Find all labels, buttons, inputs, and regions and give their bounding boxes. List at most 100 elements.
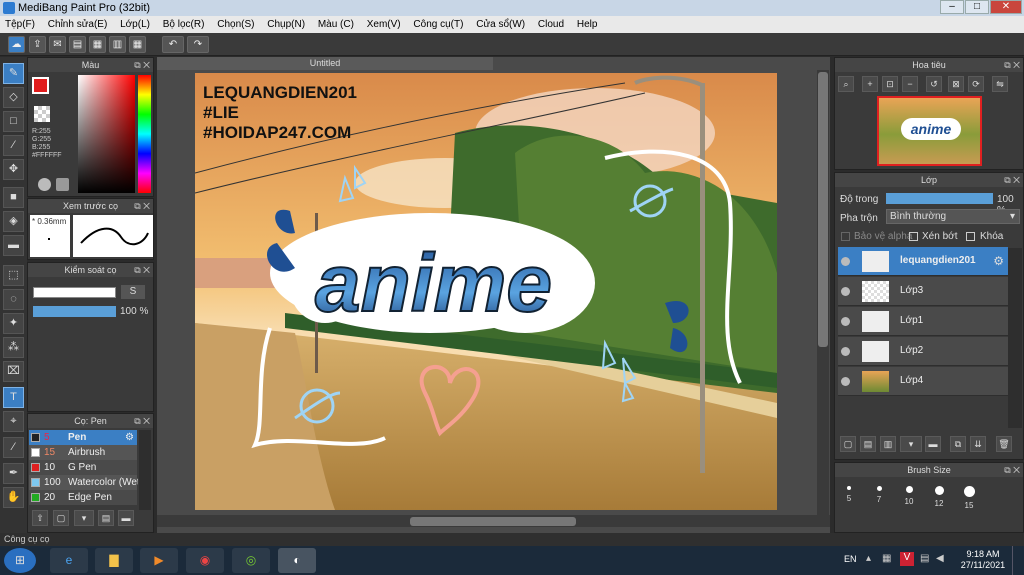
document-icon[interactable]: ▤ (69, 36, 86, 53)
palette-icon[interactable] (38, 178, 51, 191)
brush-item[interactable]: 5 Pen ⚙ (29, 430, 137, 445)
primary-color-swatch[interactable] (32, 77, 49, 94)
menu-layer[interactable]: Lớp(L) (115, 16, 155, 33)
layer-folder-icon[interactable]: ▬ (925, 436, 941, 452)
duplicate-layer-icon[interactable]: ⧉ (950, 436, 966, 452)
undo-icon[interactable]: ↶ (162, 36, 184, 53)
rotate-left-icon[interactable]: ↺ (926, 76, 942, 92)
menu-tools[interactable]: Công cụ(T) (408, 16, 468, 33)
brush-tool-icon[interactable]: ✎ (3, 63, 24, 84)
hue-slider[interactable] (138, 75, 151, 193)
menu-snap[interactable]: Chụp(N) (262, 16, 310, 33)
panel-close-icon[interactable]: ⧉ ✕ (1004, 58, 1020, 72)
brush-size-preset[interactable]: 12 (926, 480, 952, 508)
layer-row[interactable]: Lớp4 (838, 367, 1008, 396)
menu-view[interactable]: Xem(V) (362, 16, 406, 33)
layer-type-menu-icon[interactable]: ▾ (900, 436, 922, 452)
visibility-icon[interactable] (841, 377, 850, 386)
move-tool-icon[interactable]: ✥ (3, 159, 24, 180)
brush-size-slider[interactable] (33, 287, 116, 298)
volume-icon[interactable]: ◀ (936, 553, 944, 564)
brush-item[interactable]: 10 G Pen (29, 460, 137, 475)
menu-edit[interactable]: Chỉnh sửa(E) (43, 16, 113, 33)
brush-opacity-slider[interactable] (33, 306, 116, 317)
folder-icon[interactable]: ▬ (118, 510, 134, 526)
app-icon-green[interactable]: ◎ (232, 548, 270, 573)
show-desktop-button[interactable] (1012, 546, 1024, 575)
rotate-reset-icon[interactable]: ⟳ (968, 76, 984, 92)
blend-mode-select[interactable]: Bình thường ▾ (886, 209, 1020, 224)
layer-row[interactable]: Lớp2 (838, 337, 1008, 366)
brush-size-preset[interactable]: 10 (896, 480, 922, 506)
grid-icon[interactable]: ▦ (129, 36, 146, 53)
lasso-icon[interactable]: ◌ (3, 289, 24, 310)
page-icon[interactable]: ▦ (89, 36, 106, 53)
new-brush-icon[interactable]: ▢ (53, 510, 69, 526)
menu-select[interactable]: Chọn(S) (212, 16, 259, 33)
brush-list-scrollbar[interactable] (139, 430, 151, 510)
delete-layer-icon[interactable]: 🗑 (996, 436, 1012, 452)
network-icon[interactable]: ▤ (920, 553, 929, 564)
select-eraser-icon[interactable]: ⌧ (3, 361, 24, 382)
pages-icon[interactable]: ▥ (109, 36, 126, 53)
minimize-button[interactable]: – (940, 0, 964, 14)
menu-cloud[interactable]: Cloud (533, 16, 569, 33)
layer-opacity-slider[interactable] (886, 193, 993, 204)
new-layer-icon[interactable]: ▢ (840, 436, 856, 452)
layer-row[interactable]: Lớp3 (838, 277, 1008, 306)
visibility-icon[interactable] (841, 287, 850, 296)
brush-size-preset[interactable]: 5 (836, 480, 862, 503)
medibang-taskbar-icon[interactable]: ◐ (278, 548, 316, 573)
visibility-icon[interactable] (841, 347, 850, 356)
visibility-icon[interactable] (841, 257, 850, 266)
bucket-tool-icon[interactable]: ◈ (3, 211, 24, 232)
alpha-lock-checkbox[interactable] (841, 232, 850, 241)
rectangle-tool-icon[interactable]: □ (3, 111, 24, 132)
chrome-icon[interactable]: ◉ (186, 548, 224, 573)
select-pen-icon[interactable]: ⁂ (3, 337, 24, 358)
layer-row[interactable]: Lớp1 (838, 307, 1008, 336)
menu-color[interactable]: Màu (C) (313, 16, 359, 33)
eraser-tool-icon[interactable]: ◇ (3, 87, 24, 108)
brush-item[interactable]: 100 Watercolor (Wet (29, 475, 138, 490)
layer-list-scrollbar[interactable] (1008, 248, 1022, 428)
redo-icon[interactable]: ↷ (187, 36, 209, 53)
panel-close-icon[interactable]: ⧉ ✕ (1004, 173, 1020, 187)
gradient-tool-icon[interactable]: ▬ (3, 235, 24, 256)
navigator-preview[interactable]: anime (877, 96, 982, 166)
share-icon[interactable]: ⇪ (29, 36, 46, 53)
media-player-icon[interactable]: ▶ (140, 548, 178, 573)
language-indicator[interactable]: EN (844, 554, 857, 564)
magic-wand-icon[interactable]: ✦ (3, 313, 24, 334)
comment-icon[interactable]: ✉ (49, 36, 66, 53)
text-tool-icon[interactable]: T (3, 387, 24, 408)
panel-close-icon[interactable]: ⧉ ✕ (134, 58, 150, 72)
menu-window[interactable]: Cửa sổ(W) (471, 16, 530, 33)
maximize-button[interactable]: □ (965, 0, 989, 14)
fit-window-icon[interactable]: ⊠ (948, 76, 964, 92)
fill-rect-tool-icon[interactable]: ■ (3, 187, 24, 208)
clock[interactable]: 9:18 AM 27/11/2021 (958, 549, 1008, 571)
new-halftone-layer-icon[interactable]: ▤ (860, 436, 876, 452)
visibility-icon[interactable] (841, 317, 850, 326)
gear-icon[interactable]: ⚙ (125, 430, 134, 445)
tray-icon-v[interactable]: V (900, 552, 914, 566)
brush-menu-icon[interactable]: ▾ (74, 510, 94, 526)
menu-file[interactable]: Tệp(F) (0, 16, 40, 33)
panel-close-icon[interactable]: ⧉ ✕ (134, 414, 150, 428)
brush-item[interactable]: 15 Airbrush (29, 445, 137, 460)
gear-icon[interactable]: ⚙ (993, 254, 1004, 268)
select-rect-icon[interactable]: ⬚ (3, 265, 24, 286)
horizontal-scroll-thumb[interactable] (410, 517, 576, 526)
zoom-out-icon[interactable]: − (902, 76, 918, 92)
size-preset-button[interactable]: S (121, 285, 145, 299)
pen-tool-icon[interactable]: ✒ (3, 463, 24, 484)
eyedropper-icon[interactable]: ⁄ (3, 437, 24, 458)
clip-checkbox[interactable] (909, 232, 918, 241)
layer-row[interactable]: lequangdien201 ⚙ (838, 247, 1008, 276)
tray-up-icon[interactable]: ▴ (866, 553, 871, 564)
explorer-icon[interactable]: ▇ (95, 548, 133, 573)
zoom-icon[interactable]: ⌕ (838, 76, 854, 92)
transparent-swatch[interactable] (34, 106, 50, 122)
menu-help[interactable]: Help (572, 16, 603, 33)
